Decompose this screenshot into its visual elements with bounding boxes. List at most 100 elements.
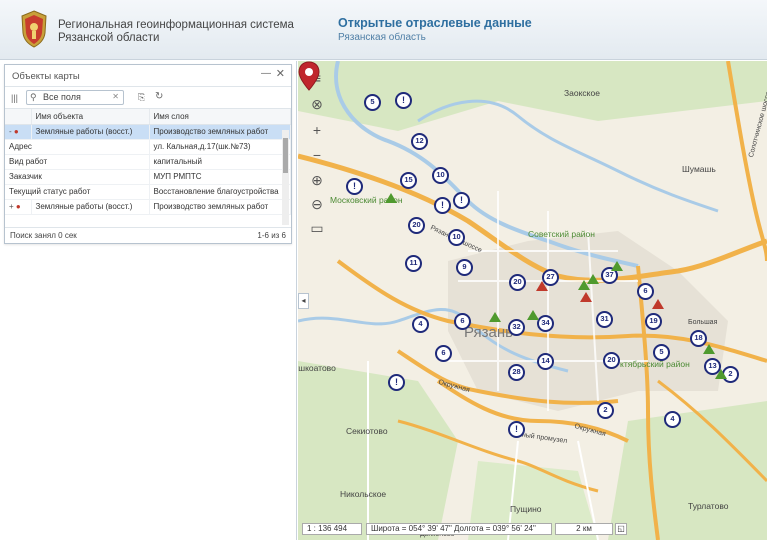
search-icon: ⚲ (30, 92, 37, 102)
scrollbar-thumb[interactable] (283, 138, 288, 173)
map-base-layer (298, 61, 767, 540)
detail-key: Заказчик (5, 169, 150, 185)
map-statusbar: 1 : 136 494 Широта = 054° 39' 47" Долгот… (298, 523, 767, 535)
location-pin-icon[interactable] (298, 61, 320, 91)
place-label: Никольское (340, 489, 387, 499)
section-heading: Открытые отраслевые данные Рязанская обл… (338, 16, 532, 43)
columns-icon[interactable]: ||| (11, 93, 18, 103)
detail-key: Текущий статус работ (5, 184, 150, 200)
cluster-marker[interactable]: 2 (597, 402, 614, 419)
export-icon[interactable]: ⎘ (138, 92, 145, 103)
panel-footer: Поиск занял 0 сек 1-6 из 6 (5, 227, 291, 243)
brand-title: Региональная геоинформационная система Р… (58, 19, 294, 45)
place-label: Пущино (510, 504, 542, 514)
cluster-marker[interactable]: 4 (664, 411, 681, 428)
minimize-icon[interactable]: — (261, 68, 271, 79)
search-input[interactable]: ⚲ Все поля ✕ (26, 90, 124, 105)
cluster-marker[interactable]: ! (388, 374, 405, 391)
warning-green-icon[interactable] (611, 261, 623, 271)
cluster-marker[interactable]: 14 (537, 353, 554, 370)
cluster-marker[interactable]: 12 (411, 133, 428, 150)
cluster-marker[interactable]: 15 (400, 172, 417, 189)
warning-green-icon[interactable] (527, 310, 539, 320)
district-label: ктябрьский район (620, 359, 690, 369)
row-name: Земляные работы (восст.) (31, 124, 150, 140)
cluster-marker[interactable]: 20 (408, 217, 425, 234)
warning-green-icon[interactable] (587, 274, 599, 284)
search-time: Поиск занял 0 сек (10, 231, 77, 240)
app-header: Региональная геоинформационная система Р… (0, 0, 767, 60)
place-label: ушкоатово (298, 363, 336, 373)
zoom-box-in-icon[interactable]: ⊕ (306, 169, 328, 191)
cluster-marker[interactable]: 10 (432, 167, 449, 184)
cluster-marker[interactable]: 11 (405, 255, 422, 272)
detail-row: Заказчик МУП РМПТС (5, 169, 291, 185)
zoom-reset-icon[interactable]: ⊗ (306, 93, 328, 115)
basemap-icon[interactable]: ▭ (306, 217, 328, 239)
cluster-marker[interactable]: 32 (508, 319, 525, 336)
warning-red-icon[interactable] (652, 299, 664, 309)
cluster-marker[interactable]: 20 (509, 274, 526, 291)
zoom-box-out-icon[interactable]: ⊖ (306, 193, 328, 215)
row-name: Земляные работы (восст.) (31, 199, 150, 215)
cluster-marker[interactable]: ! (346, 178, 363, 195)
warning-green-icon[interactable] (489, 312, 501, 322)
place-label: Шумашь (682, 164, 716, 174)
map-canvas[interactable]: ≡ ⊗ + − ⊕ ⊖ ▭ ◂ Заокское Московский райо… (298, 61, 767, 540)
warning-green-icon[interactable] (703, 344, 715, 354)
cluster-marker[interactable]: 4 (412, 316, 429, 333)
header-expand-col (5, 109, 32, 125)
row-toggle[interactable]: + ● (5, 199, 32, 215)
detail-value: МУП РМПТС (149, 169, 291, 185)
cluster-marker[interactable]: 10 (448, 229, 465, 246)
cluster-marker[interactable]: ! (508, 421, 525, 438)
cluster-marker[interactable]: ! (434, 197, 451, 214)
row-toggle[interactable]: - ● (5, 124, 32, 140)
close-icon[interactable]: ✕ (276, 67, 285, 80)
detail-key: Адрес (5, 139, 150, 155)
cluster-marker[interactable]: 31 (596, 311, 613, 328)
section-title[interactable]: Открытые отраслевые данные (338, 16, 532, 30)
row-layer: Производство земляных работ (149, 199, 291, 215)
refresh-icon[interactable]: ↻ (155, 91, 163, 102)
cluster-marker[interactable]: 5 (364, 94, 381, 111)
brand-line-2: Рязанской области (58, 32, 160, 44)
cluster-marker[interactable]: 28 (508, 364, 525, 381)
column-header-layer[interactable]: Имя слоя (149, 109, 291, 125)
detail-value: Восстановление благоустройства (149, 184, 291, 200)
table-row[interactable]: - ● Земляные работы (восст.) Производств… (5, 124, 291, 140)
table-header-row: Имя объекта Имя слоя (5, 109, 291, 125)
table-scrollbar[interactable] (282, 130, 289, 225)
panel-title: Объекты карты (12, 71, 80, 82)
detail-key: Вид работ (5, 154, 150, 170)
warning-green-icon[interactable] (715, 369, 727, 379)
coordinates-readout: Широта = 054° 39' 47" Долгота = 039° 56'… (366, 523, 552, 535)
clear-search-icon[interactable]: ✕ (112, 92, 119, 101)
cluster-marker[interactable]: 6 (435, 345, 452, 362)
scale-bar: 2 км (555, 523, 613, 535)
section-subtitle: Рязанская область (338, 32, 426, 43)
cluster-marker[interactable]: 9 (456, 259, 473, 276)
zoom-out-icon[interactable]: − (306, 144, 328, 166)
cluster-marker[interactable]: 6 (454, 313, 471, 330)
cluster-marker[interactable]: ! (453, 192, 470, 209)
detail-value: капитальный (149, 154, 291, 170)
detail-value: ул. Кальная,д.17(шк.№73) (149, 139, 291, 155)
row-layer: Производство земляных работ (149, 124, 291, 140)
warning-green-icon[interactable] (385, 193, 397, 203)
cluster-marker[interactable]: 20 (603, 352, 620, 369)
warning-red-icon[interactable] (580, 292, 592, 302)
measure-icon[interactable]: ◱ (615, 523, 627, 535)
table-row[interactable]: + ● Земляные работы (восст.) Производств… (5, 199, 291, 215)
place-label: Турлатово (688, 501, 729, 511)
cluster-marker[interactable]: ! (395, 92, 412, 109)
cluster-marker[interactable]: 19 (645, 313, 662, 330)
detail-row: Текущий статус работ Восстановление благ… (5, 184, 291, 200)
warning-red-icon[interactable] (536, 281, 548, 291)
collapse-panel-button[interactable]: ◂ (298, 293, 309, 309)
cluster-marker[interactable]: 34 (537, 315, 554, 332)
cluster-marker[interactable]: 5 (653, 344, 670, 361)
column-header-name[interactable]: Имя объекта (31, 109, 150, 125)
cluster-marker[interactable]: 6 (637, 283, 654, 300)
zoom-in-icon[interactable]: + (306, 119, 328, 141)
